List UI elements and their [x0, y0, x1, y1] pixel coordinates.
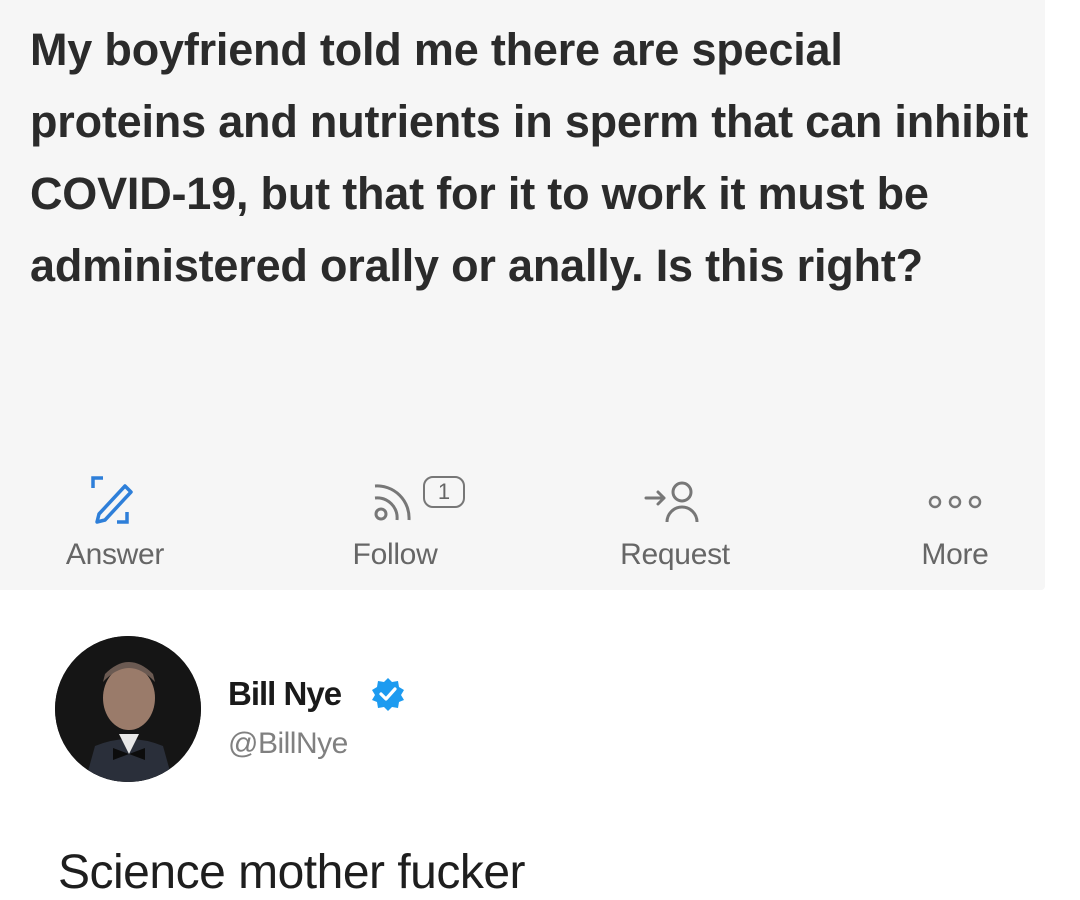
tweet-text: Science mother fucker	[58, 846, 526, 899]
answer-label: Answer	[65, 538, 165, 571]
request-label: Request	[620, 538, 730, 571]
follow-count-badge: 1	[423, 476, 465, 508]
follow-button[interactable]: 1 Follow	[320, 470, 470, 580]
follow-label: Follow	[352, 538, 438, 571]
rss-feed-icon: 1	[365, 470, 465, 530]
question-text: My boyfriend told me there are special p…	[30, 24, 1028, 291]
verified-badge-icon	[370, 676, 406, 717]
pencil-edit-icon	[85, 470, 145, 530]
request-button[interactable]: Request	[595, 470, 755, 580]
more-button[interactable]: More	[900, 470, 1010, 580]
question-actions: Answer 1 Follow Request More	[0, 470, 1045, 580]
question-card: My boyfriend told me there are special p…	[0, 0, 1045, 590]
more-label: More	[921, 538, 989, 571]
add-person-icon	[640, 470, 710, 530]
author-handle[interactable]: @BillNye	[228, 727, 348, 761]
avatar[interactable]	[55, 636, 201, 782]
more-dots-icon	[920, 470, 990, 530]
tweet: Bill Nye @BillNye Science mother fucker	[0, 600, 1080, 899]
author-name[interactable]: Bill Nye	[228, 675, 342, 713]
answer-button[interactable]: Answer	[45, 470, 185, 580]
